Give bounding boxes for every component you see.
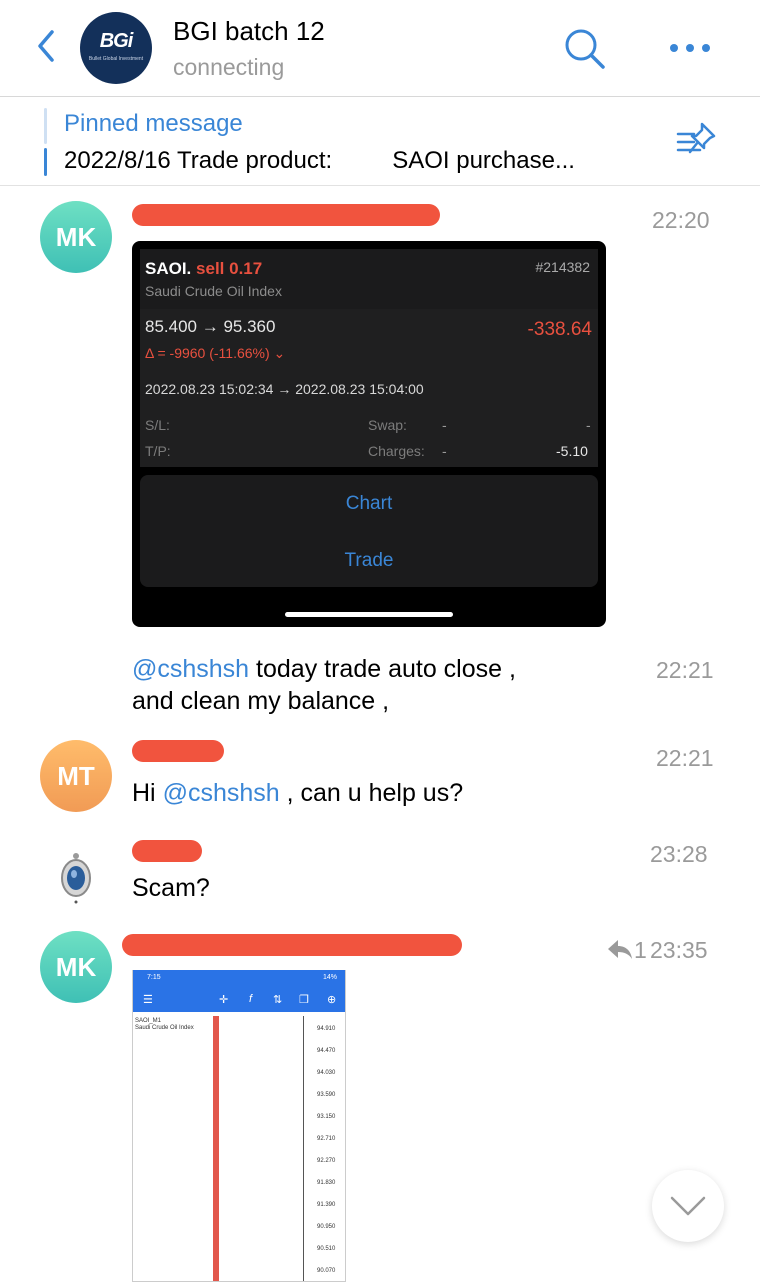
swap-label: Swap: bbox=[368, 417, 407, 433]
chart-tick-label: 94.030 bbox=[317, 1070, 336, 1076]
mention-link[interactable]: @cshshsh bbox=[163, 779, 280, 807]
reply-count[interactable] bbox=[606, 937, 636, 961]
group-logo-subtext: Bullet Global Investment bbox=[88, 56, 144, 62]
more-dot-icon bbox=[686, 44, 694, 52]
chart-symbol-label: SAOI_M1 Saudi Crude Oil Index bbox=[135, 1018, 194, 1031]
phone-battery: 14% bbox=[322, 974, 337, 981]
chevron-down-icon bbox=[670, 1196, 706, 1216]
message-text-part: , can u help us? bbox=[279, 779, 464, 807]
chart-tick-label: 93.590 bbox=[317, 1092, 336, 1098]
mention-link[interactable]: @cshshsh bbox=[132, 655, 249, 683]
trade-action-sheet: Chart Trade bbox=[140, 475, 598, 587]
chart-tick-label: 92.710 bbox=[317, 1136, 336, 1142]
chat-header: BGi Bullet Global Investment BGI batch 1… bbox=[0, 0, 760, 97]
chart-tick-label: 90.070 bbox=[317, 1268, 336, 1274]
trade-header: SAOI. sell 0.17 #214382 Saudi Crude Oil … bbox=[140, 249, 598, 309]
pinned-title: Pinned message bbox=[64, 110, 243, 137]
sender-name-redacted bbox=[132, 840, 202, 862]
pin-list-icon bbox=[676, 122, 716, 154]
reply-arrow-icon bbox=[608, 940, 632, 959]
chat-status: connecting bbox=[173, 54, 285, 80]
more-button[interactable] bbox=[664, 30, 716, 66]
group-logo-text: BGi bbox=[99, 30, 134, 52]
chart-tick-label: 94.910 bbox=[317, 1026, 336, 1032]
tp-label: T/P: bbox=[145, 443, 171, 459]
message-text: Scam? bbox=[132, 874, 210, 902]
trade-order-id: #214382 bbox=[535, 259, 590, 275]
message-text-part: Hi bbox=[132, 779, 163, 807]
search-button[interactable] bbox=[560, 24, 608, 72]
home-indicator bbox=[285, 612, 453, 617]
charges-label: Charges: bbox=[368, 443, 425, 459]
message-text-part: and clean my balance , bbox=[132, 687, 390, 715]
avatar[interactable]: MK bbox=[40, 931, 112, 1003]
sl-label: S/L: bbox=[145, 417, 170, 433]
trade-icon: ⇅ bbox=[273, 994, 283, 1006]
windows-icon: ❐ bbox=[299, 994, 309, 1006]
chart-toolbar: ☰ ✛ f ⇅ ❐ ⊕ bbox=[133, 988, 345, 1012]
chat-title[interactable]: BGI batch 12 bbox=[173, 16, 325, 47]
scroll-to-bottom-button[interactable] bbox=[652, 1170, 724, 1242]
more-dot-icon bbox=[670, 44, 678, 52]
menu-icon: ☰ bbox=[143, 994, 153, 1006]
message-time: 22:20 bbox=[652, 207, 710, 233]
group-avatar[interactable]: BGi Bullet Global Investment bbox=[80, 12, 152, 84]
chart-tick-label: 90.510 bbox=[317, 1246, 336, 1252]
message-text: Hi @cshshsh , can u help us? bbox=[132, 777, 463, 809]
chevron-left-icon bbox=[38, 30, 54, 62]
tp-value: - bbox=[442, 443, 447, 459]
message-text: @cshshsh today trade auto close , and cl… bbox=[132, 653, 516, 717]
trade-price-change: 85.400 → 95.360 bbox=[145, 317, 276, 336]
message-time: 23:35 bbox=[650, 937, 708, 963]
pinned-list-button[interactable] bbox=[674, 120, 720, 162]
reply-count-number: 1 bbox=[634, 937, 647, 963]
chart-tick-label: 94.470 bbox=[317, 1048, 336, 1054]
phone-status-time: 7:15 bbox=[147, 974, 161, 981]
search-icon bbox=[565, 29, 605, 69]
crosshair-icon: ✛ bbox=[219, 994, 229, 1006]
charges-value: -5.10 bbox=[556, 443, 588, 459]
chart-tick-label: 92.270 bbox=[317, 1158, 336, 1164]
chart-screenshot[interactable]: 7:15 14% ☰ ✛ f ⇅ ❐ ⊕ SAOI_M1 Saudi Crude… bbox=[132, 970, 346, 1282]
avatar[interactable]: MT bbox=[40, 740, 112, 812]
chart-price-axis bbox=[303, 1016, 304, 1281]
back-button[interactable] bbox=[30, 26, 66, 66]
chart-tick-label: 91.830 bbox=[317, 1180, 336, 1186]
sender-name-redacted bbox=[122, 934, 462, 956]
message-time: 23:28 bbox=[650, 841, 708, 867]
trade-details: 85.400 → 95.360 -338.64 Δ = -9960 (-11.6… bbox=[140, 309, 598, 467]
pinned-indicator-active bbox=[44, 148, 47, 176]
charm-bead-icon bbox=[61, 853, 91, 904]
phone-status-bar: 7:15 14% bbox=[133, 970, 345, 988]
trade-delta: Δ = -9960 (-11.66%) ⌄ bbox=[145, 345, 286, 361]
sl-value: - bbox=[442, 417, 447, 433]
new-order-icon: ⊕ bbox=[327, 994, 337, 1006]
trade-profit: -338.64 bbox=[527, 319, 592, 340]
trade-instrument-name: Saudi Crude Oil Index bbox=[145, 283, 282, 299]
pinned-indicator bbox=[44, 108, 47, 144]
avatar[interactable]: MK bbox=[40, 201, 112, 273]
sender-name-redacted bbox=[132, 740, 224, 762]
trade-button[interactable]: Trade bbox=[140, 550, 598, 572]
trade-side: sell 0.17 bbox=[196, 259, 263, 278]
chart-tick-label: 93.150 bbox=[317, 1114, 336, 1120]
message-time: 22:21 bbox=[656, 745, 714, 771]
trade-dates: 2022.08.23 15:02:34 → 2022.08.23 15:04:0… bbox=[145, 381, 424, 397]
chart-price-bar bbox=[213, 1016, 219, 1281]
chart-tick-label: 90.950 bbox=[317, 1224, 336, 1230]
sender-name-redacted bbox=[132, 204, 440, 226]
chart-tick-label: 91.390 bbox=[317, 1202, 336, 1208]
chart-button[interactable]: Chart bbox=[140, 493, 598, 515]
function-icon: f bbox=[249, 993, 253, 1005]
more-dot-icon bbox=[702, 44, 710, 52]
trade-screenshot[interactable]: SAOI. sell 0.17 #214382 Saudi Crude Oil … bbox=[132, 241, 606, 627]
swap-value: - bbox=[586, 417, 591, 433]
pinned-text: 2022/8/16 Trade product: SAOI purchase..… bbox=[64, 147, 575, 174]
trade-symbol: SAOI. sell 0.17 bbox=[145, 259, 263, 278]
message-time: 22:21 bbox=[656, 657, 714, 683]
avatar[interactable] bbox=[40, 842, 112, 914]
message-text-part: today trade auto close , bbox=[249, 655, 516, 683]
pinned-message-bar[interactable]: Pinned message 2022/8/16 Trade product: … bbox=[0, 98, 760, 186]
